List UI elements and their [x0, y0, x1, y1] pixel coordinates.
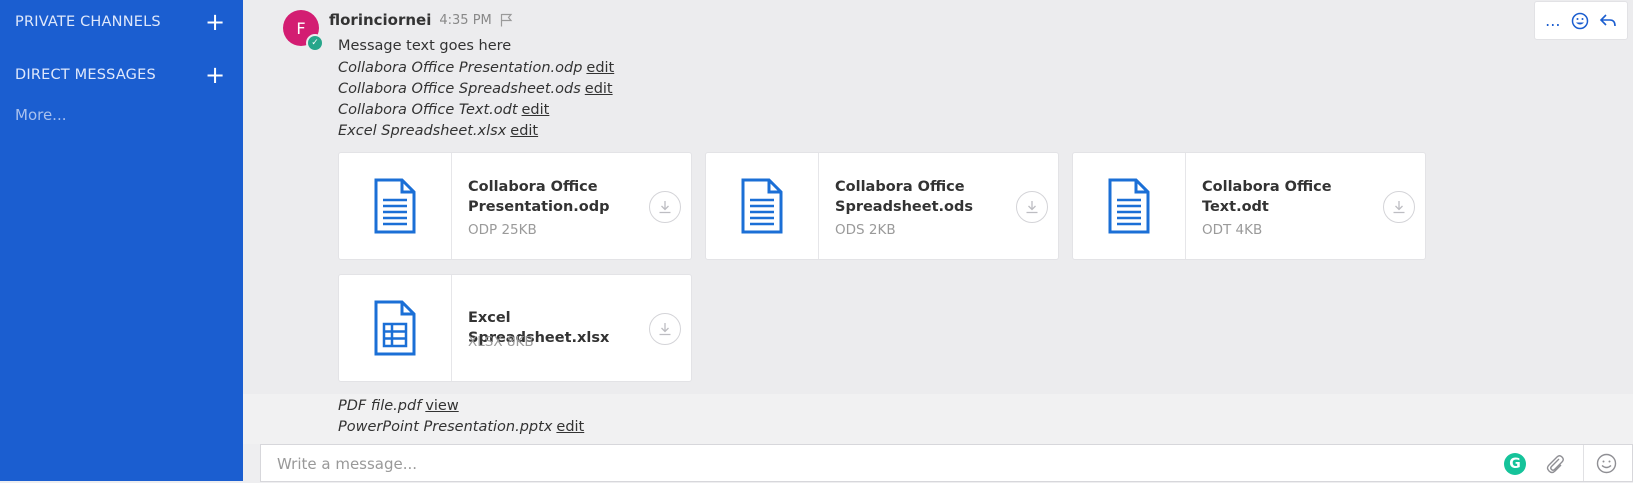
file-link-name: Collabora Office Text.odt — [338, 102, 518, 118]
flag-icon[interactable] — [500, 13, 513, 27]
file-link-line: Excel Spreadsheet.xlsx edit — [338, 123, 538, 139]
file-link-line: PowerPoint Presentation.pptx edit — [338, 419, 584, 435]
post-header: florinciornei 4:35 PM — [329, 11, 513, 29]
more-direct-messages-link[interactable]: More... — [15, 106, 67, 124]
composer-divider — [1583, 445, 1584, 481]
file-link-line: PDF file.pdf view — [338, 398, 459, 414]
sidebar: PRIVATE CHANNELS + DIRECT MESSAGES + Mor… — [0, 0, 243, 481]
private-channels-header: PRIVATE CHANNELS + — [15, 10, 225, 34]
attachment-name[interactable]: Collabora Office Spreadsheet.ods — [835, 177, 1005, 217]
edit-link[interactable]: edit — [586, 60, 614, 76]
download-button[interactable] — [649, 191, 681, 223]
download-icon — [659, 201, 671, 214]
attachment-name[interactable]: Collabora Office Presentation.odp — [468, 177, 638, 217]
more-actions-button[interactable]: ... — [1545, 11, 1560, 30]
attachment-card[interactable]: Collabora Office Spreadsheet.ods ODS 2KB — [705, 152, 1059, 260]
direct-messages-label: DIRECT MESSAGES — [15, 67, 156, 83]
file-link-line: Collabora Office Presentation.odp edit — [338, 60, 614, 76]
attachment-meta: ODT 4KB — [1202, 222, 1263, 238]
attachment-card[interactable]: Collabora Office Presentation.odp ODP 25… — [338, 152, 692, 260]
grammarly-icon[interactable]: G — [1504, 453, 1526, 475]
attachment-meta: ODP 25KB — [468, 222, 537, 238]
file-link-name: Collabora Office Spreadsheet.ods — [338, 81, 581, 97]
add-private-channel-button[interactable]: + — [205, 10, 225, 34]
attachment-icon[interactable] — [1544, 453, 1566, 475]
message-area: F ✓ florinciornei 4:35 PM Message text g… — [243, 0, 1633, 481]
post-hover-actions: ... — [1534, 1, 1628, 40]
file-link-line: Collabora Office Text.odt edit — [338, 102, 549, 118]
file-link-name: Collabora Office Presentation.odp — [338, 60, 583, 76]
view-link[interactable]: view — [425, 398, 458, 414]
download-icon — [659, 323, 671, 336]
download-button[interactable] — [1016, 191, 1048, 223]
file-link-name: PowerPoint Presentation.pptx — [338, 419, 553, 435]
document-icon — [374, 178, 416, 234]
edit-link[interactable]: edit — [522, 102, 550, 118]
document-icon — [741, 178, 783, 234]
attachment-meta: ODS 2KB — [835, 222, 896, 238]
download-button[interactable] — [649, 313, 681, 345]
download-button[interactable] — [1383, 191, 1415, 223]
file-link-name: Excel Spreadsheet.xlsx — [338, 123, 507, 139]
download-icon — [1026, 201, 1038, 214]
file-link-name: PDF file.pdf — [338, 398, 422, 414]
message-composer: G — [260, 444, 1633, 483]
document-icon — [1108, 178, 1150, 234]
edit-link[interactable]: edit — [585, 81, 613, 97]
online-status-icon: ✓ — [306, 34, 324, 52]
spreadsheet-icon — [374, 300, 416, 356]
add-direct-message-button[interactable]: + — [205, 63, 225, 87]
emoji-picker-icon[interactable] — [1596, 453, 1617, 474]
emoji-reaction-icon[interactable] — [1571, 12, 1589, 30]
attachment-card[interactable]: Collabora Office Text.odt ODT 4KB — [1072, 152, 1426, 260]
attachment-card[interactable]: Excel Spreadsheet.xlsx XLSX 8KB — [338, 274, 692, 382]
file-link-line: Collabora Office Spreadsheet.ods edit — [338, 81, 613, 97]
direct-messages-header: DIRECT MESSAGES + — [15, 63, 225, 87]
post-time[interactable]: 4:35 PM — [439, 13, 491, 28]
download-icon — [1393, 201, 1405, 214]
edit-link[interactable]: edit — [510, 123, 538, 139]
reply-icon[interactable] — [1599, 13, 1617, 29]
private-channels-label: PRIVATE CHANNELS — [15, 14, 161, 30]
message-input[interactable] — [261, 445, 1459, 483]
username[interactable]: florinciornei — [329, 11, 431, 29]
attachment-name[interactable]: Collabora Office Text.odt — [1202, 177, 1372, 217]
message-text: Message text goes here — [338, 38, 512, 54]
attachment-meta: XLSX 8KB — [468, 334, 534, 350]
edit-link[interactable]: edit — [556, 419, 584, 435]
